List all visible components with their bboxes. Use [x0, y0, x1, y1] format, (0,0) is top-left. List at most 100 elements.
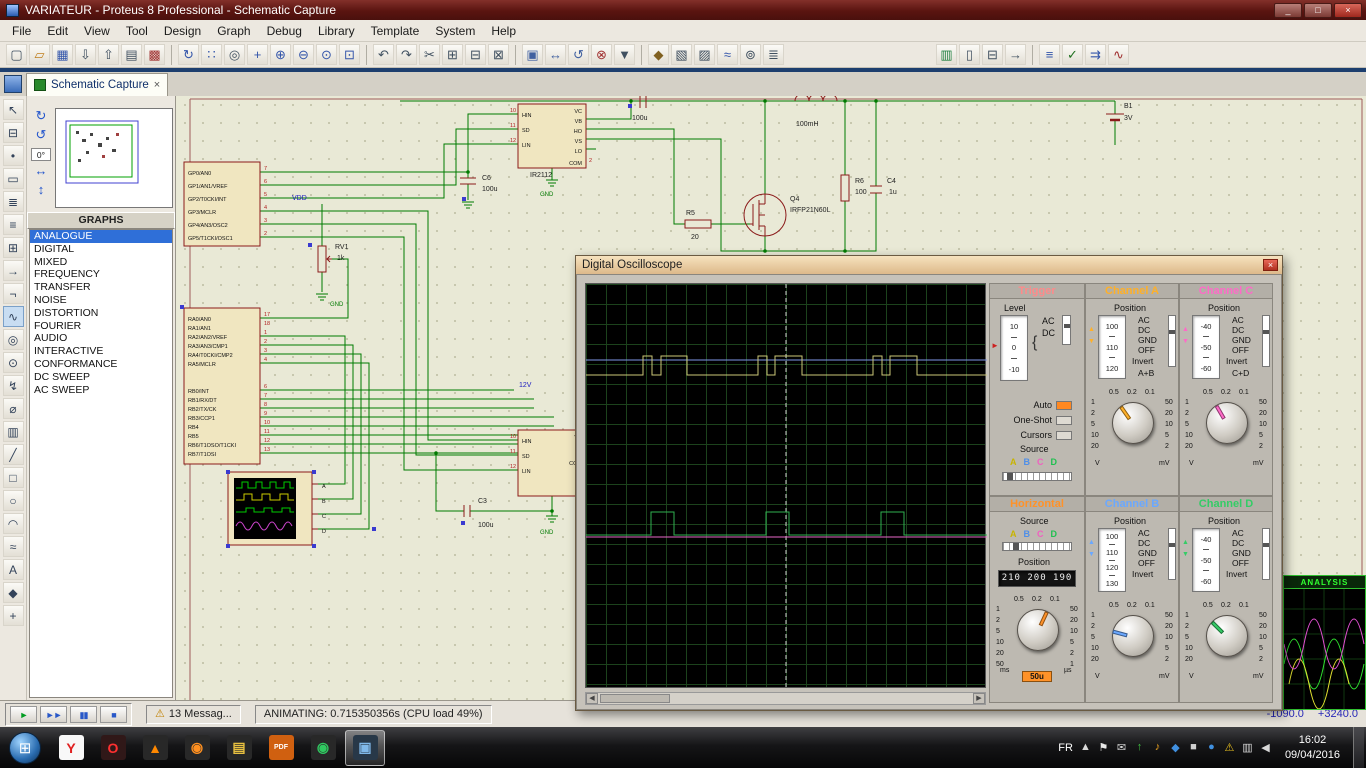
menu-edit[interactable]: Edit [39, 20, 76, 42]
channel-b-option-invert[interactable]: Invert [1132, 569, 1153, 579]
stop-button[interactable]: ■ [100, 706, 127, 723]
trigger-dc-option[interactable]: DC [1042, 328, 1055, 338]
graph-type-transfer[interactable]: TRANSFER [30, 281, 172, 294]
channel-c-option-off[interactable]: OFF [1232, 345, 1249, 355]
cursors-button[interactable]: Cursors [994, 430, 1052, 440]
channel-d-option-gnd[interactable]: GND [1232, 548, 1251, 558]
clock[interactable]: 16:02 09/04/2016 [1285, 733, 1340, 762]
oscilloscope-titlebar[interactable]: Digital Oscilloscope × [576, 256, 1282, 274]
horizontal-timebase-knob[interactable]: 0.50.20.1125102050502010521msµs50u [994, 597, 1082, 685]
taskbar-app-opera-browser[interactable]: O [93, 730, 133, 766]
current-probe-mode-icon[interactable]: ⌀ [3, 398, 24, 419]
horizontal-source-channel-c[interactable]: C [1037, 529, 1044, 539]
channel-d-option-off[interactable]: OFF [1232, 558, 1249, 568]
horizontal-source-slider[interactable] [1002, 542, 1072, 551]
channel-a-option-aplusb[interactable]: A+B [1138, 368, 1154, 378]
trigger-source-slider[interactable] [1002, 472, 1072, 481]
mirror-horizontal-icon[interactable]: ↔ [35, 163, 48, 182]
taskbar-app-pdf-reader[interactable]: PDF [261, 730, 301, 766]
tray-power-icon[interactable]: ■ [1187, 741, 1200, 754]
instrument-mode-icon[interactable]: ▥ [3, 421, 24, 442]
oneshot-button[interactable]: One-Shot [994, 415, 1052, 425]
channel-c-coupling-slider[interactable] [1262, 315, 1270, 367]
channel-a-option-dc[interactable]: DC [1138, 325, 1150, 335]
bill-of-materials-icon[interactable]: ≡ [1039, 44, 1060, 65]
application-home-icon[interactable] [4, 75, 22, 93]
graph-type-audio[interactable]: AUDIO [30, 332, 172, 345]
2d-circle-mode-icon[interactable]: ○ [3, 490, 24, 511]
minimize-button[interactable]: _ [1274, 3, 1302, 18]
voltage-probe-mode-icon[interactable]: ↯ [3, 375, 24, 396]
tab-schematic-capture[interactable]: Schematic Capture × [26, 73, 168, 96]
cut-icon[interactable]: ✂ [419, 44, 440, 65]
channel-a-gain-knob[interactable]: 0.50.20.1125102050201052VmV [1089, 390, 1177, 478]
block-delete-icon[interactable]: ⊗ [591, 44, 612, 65]
tab-close-icon[interactable]: × [154, 79, 160, 91]
graph-mode-icon[interactable]: ∿ [3, 306, 24, 327]
electrical-rule-check-icon[interactable]: ✓ [1062, 44, 1083, 65]
toggle-grid-icon[interactable]: ∷ [201, 44, 222, 65]
oscilloscope-screen[interactable] [585, 283, 986, 688]
decompose-icon[interactable]: ▨ [694, 44, 715, 65]
block-move-icon[interactable]: ↔ [545, 44, 566, 65]
channel-b-coupling-slider[interactable] [1168, 528, 1176, 580]
tray-update-icon[interactable]: ↑ [1133, 741, 1146, 754]
trigger-source-channel-b[interactable]: B [1024, 457, 1031, 467]
language-indicator[interactable]: FR [1058, 742, 1073, 754]
new-sheet-icon[interactable]: ▯ [959, 44, 980, 65]
tray-volume-icon[interactable]: ◀ [1259, 741, 1272, 754]
scrollbar-thumb[interactable] [600, 694, 670, 703]
make-device-icon[interactable]: ◆ [648, 44, 669, 65]
junction-dot-mode-icon[interactable]: • [3, 145, 24, 166]
channel-b-option-ac[interactable]: AC [1138, 528, 1150, 538]
graph-type-analogue[interactable]: ANALOGUE [30, 230, 172, 243]
channel-a-option-gnd[interactable]: GND [1138, 335, 1157, 345]
goto-sheet-icon[interactable]: → [1005, 44, 1026, 65]
menu-design[interactable]: Design [156, 20, 209, 42]
step-button[interactable]: ►► [40, 706, 67, 723]
channel-c-position-down-arrow[interactable]: ▼ [1182, 338, 1189, 345]
center-at-cursor-icon[interactable]: + [247, 44, 268, 65]
start-button[interactable]: ⊞ [9, 732, 41, 764]
menu-library[interactable]: Library [310, 20, 363, 42]
oscilloscope-window[interactable]: Digital Oscilloscope × ◀ ▶ Trigger Level… [575, 255, 1283, 711]
channel-b-option-dc[interactable]: DC [1138, 538, 1150, 548]
property-assignment-icon[interactable]: ≣ [763, 44, 784, 65]
trigger-level-marker[interactable]: ► [991, 341, 999, 350]
zoom-all-icon[interactable]: ⊙ [316, 44, 337, 65]
graph-type-mixed[interactable]: MIXED [30, 256, 172, 269]
play-button[interactable]: ► [10, 706, 37, 723]
trigger-source-channel-a[interactable]: A [1010, 457, 1017, 467]
horizontal-source-channel-a[interactable]: A [1010, 529, 1017, 539]
channel-b-gain-knob[interactable]: 0.50.20.1125102050201052VmV [1089, 603, 1177, 691]
auto-button[interactable]: Auto [994, 400, 1052, 410]
menu-file[interactable]: File [4, 20, 39, 42]
channel-d-option-ac[interactable]: AC [1232, 528, 1244, 538]
horizontal-source-channel-b[interactable]: B [1024, 529, 1031, 539]
text-script-mode-icon[interactable]: ≣ [3, 191, 24, 212]
show-desktop-button[interactable] [1353, 727, 1364, 768]
graph-type-ac-sweep[interactable]: AC SWEEP [30, 384, 172, 397]
rotation-angle-field[interactable]: 0° [31, 148, 51, 161]
channel-a-position-up-arrow[interactable]: ▲ [1088, 326, 1095, 333]
graph-type-distortion[interactable]: DISTORTION [30, 307, 172, 320]
tray-warning-icon[interactable]: ⚠ [1223, 741, 1236, 754]
pause-button[interactable]: ▮▮ [70, 706, 97, 723]
oscilloscope-close-button[interactable]: × [1263, 259, 1278, 271]
channel-a-option-off[interactable]: OFF [1138, 345, 1155, 355]
graph-type-frequency[interactable]: FREQUENCY [30, 268, 172, 281]
taskbar-app-camtasia[interactable]: ◉ [303, 730, 343, 766]
open-file-icon[interactable]: ▱ [29, 44, 50, 65]
device-pin-mode-icon[interactable]: ¬ [3, 283, 24, 304]
2d-arc-mode-icon[interactable]: ◠ [3, 513, 24, 534]
trigger-ac-option[interactable]: AC [1042, 316, 1055, 326]
close-button[interactable]: × [1334, 3, 1362, 18]
2d-path-mode-icon[interactable]: ≈ [3, 536, 24, 557]
channel-c-option-ac[interactable]: AC [1232, 315, 1244, 325]
undo-icon[interactable]: ↶ [373, 44, 394, 65]
selection-mode-icon[interactable]: ↖ [3, 99, 24, 120]
2d-symbol-mode-icon[interactable]: ◆ [3, 582, 24, 603]
graph-type-interactive[interactable]: INTERACTIVE [30, 345, 172, 358]
channel-c-position-slider[interactable]: -40-50-60 [1192, 315, 1220, 379]
channel-a-gain-knob-dial[interactable] [1112, 402, 1154, 444]
